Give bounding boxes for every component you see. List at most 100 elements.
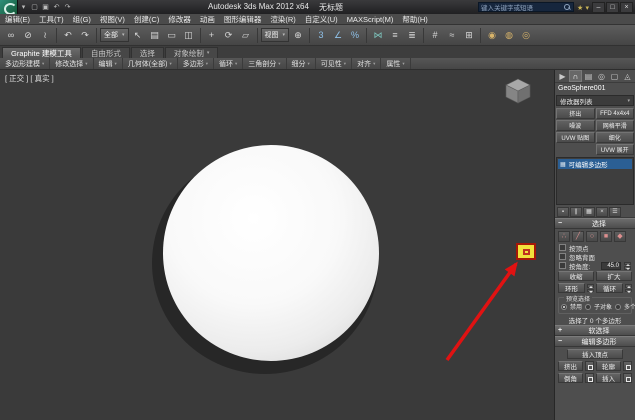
menu-graph-editors[interactable]: 图形编辑器: [224, 14, 262, 25]
application-menu-icon[interactable]: ▾: [18, 3, 29, 11]
maximize-button[interactable]: □: [606, 2, 619, 13]
modifier-button-ffd4x4x4[interactable]: FFD 4x4x4: [596, 108, 635, 119]
motion-tab-icon[interactable]: ◎: [595, 70, 608, 82]
hierarchy-tab-icon[interactable]: ▤: [582, 70, 595, 82]
select-and-move-icon[interactable]: +: [204, 27, 220, 43]
schematic-view-icon[interactable]: ⊞: [461, 27, 477, 43]
select-and-scale-icon[interactable]: ▱: [238, 27, 254, 43]
menu-modifiers[interactable]: 修改器: [168, 14, 191, 25]
mirror-icon[interactable]: ⋈: [370, 27, 386, 43]
ribbon-panel-polygons[interactable]: 多边形▾: [178, 58, 214, 69]
ignore-backfacing-checkbox[interactable]: [559, 253, 566, 260]
shrink-button[interactable]: 收缩: [558, 271, 594, 281]
vertex-subobject-icon[interactable]: ∴: [558, 231, 570, 242]
select-by-name-icon[interactable]: ▤: [147, 27, 163, 43]
bevel-button[interactable]: 倒角: [558, 373, 583, 383]
extrude-settings-button[interactable]: [585, 361, 594, 371]
viewport[interactable]: [ 正交 ] [ 真实 ]: [0, 70, 555, 420]
angle-value-field[interactable]: 45.0: [601, 262, 621, 270]
remove-modifier-icon[interactable]: ×: [596, 207, 608, 217]
ribbon-panel-subdivision[interactable]: 细分▾: [287, 58, 316, 69]
3ds-max-logo-icon[interactable]: [0, 0, 18, 14]
modifier-button-extrude[interactable]: 挤出: [556, 108, 595, 119]
select-object-icon[interactable]: ↖: [130, 27, 146, 43]
element-subobject-icon[interactable]: ◆: [614, 231, 626, 242]
modifier-stack[interactable]: ▦ 可编辑多边形: [556, 157, 634, 205]
ribbon-panel-triangulation[interactable]: 三角剖分▾: [243, 58, 286, 69]
outline-button[interactable]: 轮廓: [596, 361, 621, 371]
angle-snap-icon[interactable]: ∠: [330, 27, 346, 43]
ribbon-panel-edit[interactable]: 编辑▾: [94, 58, 123, 69]
menu-help[interactable]: 帮助(H): [402, 14, 427, 25]
stack-item-editable-poly[interactable]: ▦ 可编辑多边形: [558, 159, 632, 169]
rollout-edit-polygons-header[interactable]: − 编辑多边形: [555, 336, 635, 347]
menu-rendering[interactable]: 渲染(R): [270, 14, 295, 25]
redo-icon[interactable]: ↷: [77, 27, 93, 43]
pin-stack-icon[interactable]: ▪: [557, 207, 569, 217]
new-scene-icon[interactable]: ▢: [29, 3, 40, 11]
tab-graphite-modeling-tools[interactable]: Graphite 建模工具: [2, 47, 81, 58]
use-pivot-point-icon[interactable]: ⊕: [290, 27, 306, 43]
select-and-rotate-icon[interactable]: ⟳: [221, 27, 237, 43]
border-subobject-icon[interactable]: ○: [586, 231, 598, 242]
polygon-subobject-icon[interactable]: ■: [600, 231, 612, 242]
rectangular-selection-region-icon[interactable]: ▭: [164, 27, 180, 43]
curve-editor-icon[interactable]: ≈: [444, 27, 460, 43]
loop-button[interactable]: 循环: [596, 283, 623, 293]
render-production-icon[interactable]: ◎: [518, 27, 534, 43]
ribbon-panel-align[interactable]: 对齐▾: [352, 58, 381, 69]
angle-spinner[interactable]: [624, 262, 631, 270]
grow-button[interactable]: 扩大: [596, 271, 632, 281]
close-button[interactable]: ×: [620, 2, 633, 13]
ribbon-panel-modify-selection[interactable]: 修改选择▾: [50, 58, 93, 69]
bind-to-space-warp-icon[interactable]: ≀: [37, 27, 53, 43]
preview-subobject-radio[interactable]: [585, 304, 591, 310]
search-input[interactable]: 键入关键字或短语: [478, 2, 574, 12]
display-tab-icon[interactable]: ▢: [608, 70, 621, 82]
window-crossing-icon[interactable]: ◫: [181, 27, 197, 43]
by-vertex-checkbox[interactable]: [559, 244, 566, 251]
select-and-link-icon[interactable]: ∞: [3, 27, 19, 43]
undo-icon[interactable]: ↶: [51, 3, 62, 11]
outline-settings-button[interactable]: [623, 361, 632, 371]
ribbon-panel-visibility[interactable]: 可见性▾: [316, 58, 352, 69]
menu-create[interactable]: 创建(C): [134, 14, 159, 25]
render-setup-icon[interactable]: ◍: [501, 27, 517, 43]
material-editor-icon[interactable]: ◉: [484, 27, 500, 43]
modifier-button-uvw-map[interactable]: UVW 贴图: [556, 132, 595, 143]
view-cube[interactable]: [504, 78, 532, 104]
ribbon-panel-polygon-modeling[interactable]: 多边形建模▾: [0, 58, 50, 69]
menu-animation[interactable]: 动画: [200, 14, 215, 25]
configure-modifier-sets-icon[interactable]: ☰: [609, 207, 621, 217]
tab-object-paint[interactable]: 对象绘制 ▾: [165, 47, 219, 58]
save-icon[interactable]: ▣: [40, 3, 51, 11]
bevel-settings-button[interactable]: [585, 373, 594, 383]
minimize-button[interactable]: –: [592, 2, 605, 13]
object-name-field[interactable]: GeoSphere001: [555, 83, 635, 94]
by-angle-checkbox[interactable]: [559, 262, 566, 269]
make-unique-icon[interactable]: ▦: [583, 207, 595, 217]
create-tab-icon[interactable]: ▶: [556, 70, 569, 82]
preview-disable-radio[interactable]: [561, 304, 567, 310]
ribbon-panel-properties[interactable]: 属性▾: [381, 58, 410, 69]
menu-tools[interactable]: 工具(T): [39, 14, 64, 25]
viewport-label[interactable]: [ 正交 ] [ 真实 ]: [5, 73, 54, 84]
modifier-button-unwrap-uvw[interactable]: UVW 展开: [596, 144, 635, 155]
percent-snap-icon[interactable]: %: [347, 27, 363, 43]
favorites-icon[interactable]: ▾: [585, 5, 589, 12]
undo-icon[interactable]: ↶: [60, 27, 76, 43]
communication-center-icon[interactable]: ★: [577, 5, 583, 12]
inset-button[interactable]: 插入: [596, 373, 621, 383]
modify-tab-icon[interactable]: ∩: [569, 70, 582, 82]
modifier-button-noise[interactable]: 噪波: [556, 120, 595, 131]
utilities-tab-icon[interactable]: ◬: [621, 70, 634, 82]
extrude-button[interactable]: 挤出: [558, 361, 583, 371]
graphite-ribbon-toggle-icon[interactable]: #: [427, 27, 443, 43]
rollout-selection-header[interactable]: − 选择: [555, 218, 635, 229]
modifier-button-meshsmooth[interactable]: 网格平滑: [596, 120, 635, 131]
modifier-button-tessellate[interactable]: 细化: [596, 132, 635, 143]
snaps-toggle-icon[interactable]: 3: [313, 27, 329, 43]
edge-subobject-icon[interactable]: ╱: [572, 231, 584, 242]
preview-multiple-radio[interactable]: [615, 304, 621, 310]
reference-coordinate-dropdown[interactable]: 视图 ▾: [261, 28, 290, 42]
